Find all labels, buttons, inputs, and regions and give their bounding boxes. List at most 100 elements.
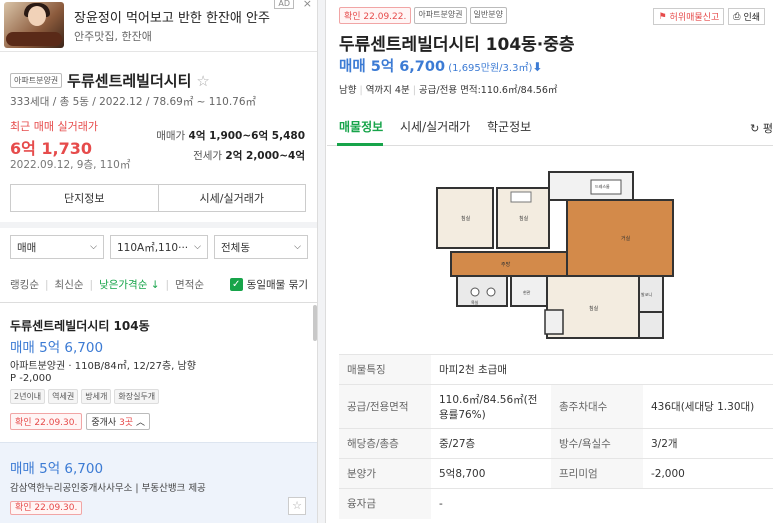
spec-value: 110.6㎡/84.56㎡(전용률76%)	[431, 384, 551, 429]
listing-title[interactable]: 두류센트레빌더시티 104동	[10, 317, 150, 334]
floor-plan-image[interactable]: 침실 침실 드레스룸 거실 주방 침실 욕실 현관 발코니	[431, 162, 681, 347]
ad-badge: AD	[274, 0, 294, 9]
sort-area[interactable]: 면적순	[175, 277, 204, 292]
panel-divider[interactable]	[318, 0, 326, 523]
listing-item[interactable]: 매매 5억 6,700 감삼역한누리공인중개사사무소 | 부동산뱅크 제공 확인…	[0, 442, 317, 523]
report-button[interactable]: ⚑ 허위매물신고	[653, 8, 725, 25]
listing-tag: 역세권	[48, 389, 79, 404]
room-label: 침실	[519, 215, 529, 222]
tab-price[interactable]: 시세/실거래가	[400, 118, 470, 135]
listing-item[interactable]: 두류센트레빌더시티 104동 매매 5억 6,700 아파트분양권 · 110B…	[0, 302, 317, 442]
ad-thumbnail	[4, 2, 64, 48]
sort-low-price[interactable]: 낮은가격순 ↓	[99, 277, 159, 292]
chevron-down-icon: ⌵	[90, 242, 97, 252]
room-label: 침실	[589, 305, 599, 312]
scrollbar[interactable]	[313, 305, 317, 341]
ad-title[interactable]: 장윤정이 먹어보고 반한 한잔애 안주	[74, 7, 270, 26]
checkbox-checked-icon[interactable]: ✓	[229, 278, 243, 291]
left-panel: 장윤정이 먹어보고 반한 한잔애 안주 안주맛집, 한잔애 AD × 아파트분양…	[0, 0, 318, 523]
chevron-down-icon: ⌵	[194, 242, 201, 252]
detail-title: 두류센트레빌더시티 104동·중층	[339, 35, 575, 55]
tab-listing-info[interactable]: 매물정보	[339, 118, 383, 135]
room-label: 주방	[501, 261, 511, 268]
spec-value: 436대(세대당 1.30대)	[643, 384, 773, 429]
detail-price-unit: (1,695만원/3.3㎡)	[445, 63, 533, 74]
filter-bar: 매매 ⌵ 110A㎡,110··· ⌵ 전체동 ⌵	[10, 235, 308, 259]
listing-agent: 감삼역한누리공인중개사사무소 | 부동산뱅크 제공	[10, 483, 206, 494]
trade-type-value: 매매	[17, 241, 37, 254]
complex-info-button[interactable]: 단지정보	[10, 184, 159, 212]
room-label: 거실	[621, 235, 631, 242]
detail-meta: 남향 | 역까지 4분 | 공급/전용 면적:110.6㎡/84.56㎡	[339, 85, 558, 96]
report-label: 허위매물신고	[669, 13, 720, 23]
tab-school[interactable]: 학군정보	[487, 118, 531, 135]
spec-value: 3/2개	[643, 428, 773, 459]
spec-key: 방수/욕실수	[551, 428, 643, 459]
broker-count: 3곳	[119, 418, 134, 428]
sale-price-range: 매매가 4억 1,900~6억 5,480	[156, 128, 305, 143]
spec-row: 해당층/총층 중/27층 방수/욕실수 3/2개	[339, 428, 773, 459]
detail-tag: 아파트분양권	[414, 7, 467, 24]
trade-type-select[interactable]: 매매 ⌵	[10, 235, 104, 259]
room-label: 발코니	[641, 291, 652, 297]
spec-row: 분양가 5억8,700 프리미엄 -2,000	[339, 458, 773, 489]
detail-price: 매매 5억 6,700 (1,695만원/3.3㎡)⬇	[339, 55, 542, 76]
print-label: 인쇄	[743, 13, 760, 23]
detail-panel: 확인 22.09.22. 아파트분양권 일반분양 ⚑ 허위매물신고 ⎙ 인쇄 두…	[327, 0, 773, 523]
favorite-star-icon[interactable]: ☆	[288, 497, 306, 515]
complex-type-tag: 아파트분양권	[10, 73, 63, 88]
star-icon[interactable]: ☆	[196, 72, 209, 90]
listing-spec-table: 매물특징 마피2천 초급매 공급/전용면적 110.6㎡/84.56㎡(전용률7…	[339, 354, 773, 519]
confirm-date-tag: 확인 22.09.22.	[339, 7, 412, 24]
complex-header: 아파트분양권 두류센트레빌더시티 ☆	[10, 70, 210, 91]
detail-tag: 일반분양	[469, 7, 507, 24]
complex-name[interactable]: 두류센트레빌더시티	[67, 70, 191, 91]
area-select[interactable]: 110A㎡,110··· ⌵	[110, 235, 208, 259]
detail-tabs: 매물정보 시세/실거래가 학군정보 ↻ 평	[327, 108, 773, 146]
spec-value: 5억8,700	[431, 458, 551, 489]
spec-key: 공급/전용면적	[339, 384, 431, 429]
spec-value: 중/27층	[431, 428, 551, 459]
dong-select[interactable]: 전체동 ⌵	[214, 235, 308, 259]
section-divider	[0, 222, 317, 228]
siren-icon: ⚑	[658, 11, 667, 22]
chevron-up-icon: ︿	[133, 418, 145, 428]
same-listing-label: 동일매물 묶기	[246, 279, 308, 291]
jeonse-price-range: 전세가 2억 2,000~4억	[193, 148, 305, 163]
detail-price-value: 매매 5억 6,700	[339, 59, 446, 75]
recent-price-label: 최근 매매 실거래가	[10, 120, 98, 133]
listing-price: 매매 5억 6,700	[10, 340, 104, 356]
ad-subtitle: 안주맛집, 한잔애	[74, 30, 152, 43]
spec-row: 공급/전용면적 110.6㎡/84.56㎡(전용률76%) 총주차대수 436대…	[339, 384, 773, 429]
down-arrow-icon: ⬇	[532, 60, 543, 74]
spec-key: 프리미엄	[551, 458, 643, 489]
sort-ranking[interactable]: 랭킹순	[10, 277, 39, 292]
print-button[interactable]: ⎙ 인쇄	[728, 8, 765, 25]
spec-key: 분양가	[339, 458, 431, 489]
listing-confirm-row: 확인 22.09.30.	[10, 500, 83, 515]
jeonse-range-value: 2억 2,000~4억	[225, 150, 305, 162]
listing-tag: 화장실두개	[114, 389, 160, 404]
same-listing-toggle[interactable]: ✓ 동일매물 묶기	[229, 277, 308, 292]
spec-value: -2,000	[643, 458, 773, 489]
price-history-button[interactable]: 시세/실거래가	[158, 184, 306, 212]
listing-confirm-row: 확인 22.09.30. 중개사 3곳 ︿	[10, 413, 150, 430]
listing-premium: P -2,000	[10, 373, 52, 384]
listing-tags: 2년이내 역세권 방세개 화장실두개	[10, 389, 160, 404]
sale-range-value: 4억 1,900~6억 5,480	[188, 130, 305, 142]
area-value: 110A㎡,110···	[117, 241, 189, 254]
listing-tag: 방세개	[81, 389, 112, 404]
listing-info: 아파트분양권 · 110B/84㎡, 12/27층, 남향	[10, 361, 196, 372]
ad-banner[interactable]: 장윤정이 먹어보고 반한 한잔애 안주 안주맛집, 한잔애 AD ×	[0, 0, 317, 52]
broker-count-button[interactable]: 중개사 3곳 ︿	[86, 413, 150, 430]
refresh-button[interactable]: ↻ 평	[750, 120, 773, 136]
sort-latest[interactable]: 최신순	[55, 277, 84, 292]
spec-key: 해당층/총층	[339, 428, 431, 459]
listing-tag: 2년이내	[10, 389, 46, 404]
print-icon: ⎙	[733, 11, 741, 22]
room-label: 침실	[461, 215, 471, 222]
complex-info: 333세대 / 총 5동 / 2022.12 / 78.69㎡ ~ 110.76…	[10, 96, 257, 108]
close-icon[interactable]: ×	[303, 0, 312, 10]
room-label: 드레스룸	[595, 183, 610, 189]
spec-key: 매물특징	[339, 354, 431, 385]
